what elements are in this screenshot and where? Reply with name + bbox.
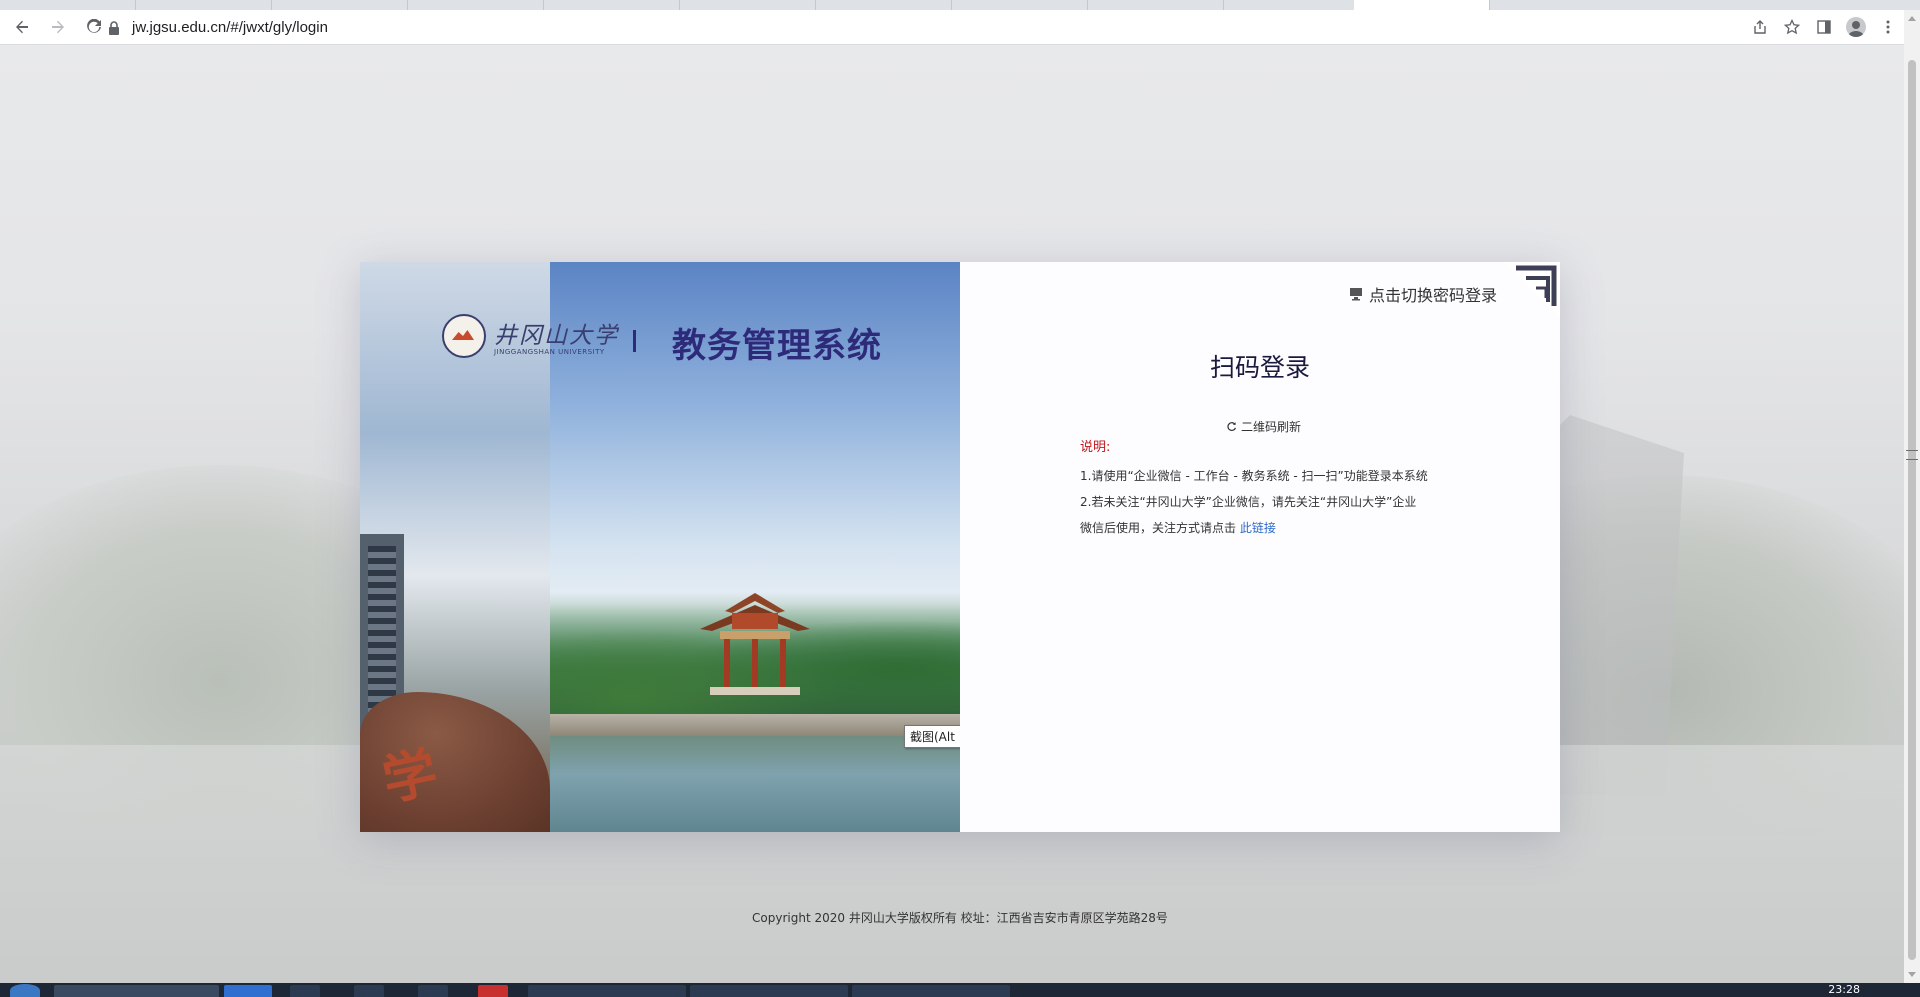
scroll-down-arrow-icon[interactable] (1908, 972, 1916, 977)
switch-login-corner-icon[interactable] (1504, 262, 1560, 318)
os-taskbar: 23:28 (0, 983, 1920, 997)
instruction-line-3-text: 微信后使用，关注方式请点击 (1080, 521, 1237, 535)
page-scrollbar[interactable] (1904, 10, 1920, 983)
browser-tab-active[interactable] (1354, 0, 1490, 10)
page-footer: Copyright 2020 井冈山大学版权所有 校址：江西省吉安市青原区学苑路… (0, 909, 1904, 926)
url-text[interactable]: jw.jgsu.edu.cn/#/jwxt/gly/login (132, 19, 328, 36)
instructions-title: 说明: (1080, 440, 1111, 455)
university-logo: 井冈山大学 JINGGANGSHAN UNIVERSITY (442, 314, 619, 358)
title-divider (633, 330, 636, 352)
taskbar-item[interactable] (478, 985, 508, 997)
bridge (550, 714, 960, 736)
taskbar-item[interactable] (690, 985, 848, 997)
system-title: 教务管理系统 (672, 326, 882, 366)
screenshot-tooltip: 截图(Alt + A) (904, 725, 960, 748)
login-title: 扫码登录 (1209, 353, 1310, 382)
page-viewport: 学 井冈山大学 JINGGANGSHAN UNIVERSITY 教务管理系统 截… (0, 45, 1904, 983)
reload-icon[interactable] (80, 13, 108, 41)
taskbar-clock[interactable]: 23:28 (1828, 983, 1860, 996)
scroll-up-arrow-icon[interactable] (1908, 16, 1916, 21)
browser-tab[interactable] (0, 0, 136, 10)
university-seal-icon (442, 314, 486, 358)
profile-icon[interactable] (1840, 13, 1872, 41)
browser-tab[interactable] (544, 0, 680, 10)
taskbar-item[interactable] (528, 985, 686, 997)
browser-toolbar: jw.jgsu.edu.cn/#/jwxt/gly/login (0, 10, 1904, 45)
scrollbar-thumb[interactable] (1908, 60, 1916, 960)
browser-tab[interactable] (1088, 0, 1224, 10)
side-panel-icon[interactable] (1808, 13, 1840, 41)
taskbar-item[interactable] (852, 985, 1010, 997)
share-icon[interactable] (1744, 13, 1776, 41)
browser-tab[interactable] (136, 0, 272, 10)
browser-tab[interactable] (408, 0, 544, 10)
forward-arrow-icon[interactable] (44, 13, 72, 41)
follow-link[interactable]: 此链接 (1240, 521, 1276, 535)
browser-tab[interactable] (952, 0, 1088, 10)
login-card: 学 井冈山大学 JINGGANGSHAN UNIVERSITY 教务管理系统 截… (360, 262, 1560, 832)
toolbar-actions (1744, 13, 1904, 41)
browser-tab[interactable] (680, 0, 816, 10)
qr-refresh-button[interactable]: 二维码刷新 (1226, 418, 1301, 435)
qr-login-panel: 点击切换密码登录 扫码登录 二维码刷新 说明: 1.请使用“企业微信 - 工作台… (960, 262, 1560, 832)
school-name-cn: 井冈山大学 (494, 323, 619, 349)
kebab-menu-icon[interactable] (1872, 13, 1904, 41)
taskbar-item[interactable] (354, 985, 384, 997)
lake-water (550, 736, 960, 832)
qr-refresh-label[interactable]: 二维码刷新 (1241, 418, 1301, 435)
pavilion-image (700, 593, 810, 695)
scrollbar-grip-icon (1906, 450, 1918, 460)
back-arrow-icon[interactable] (8, 13, 36, 41)
school-name-en: JINGGANGSHAN UNIVERSITY (494, 348, 605, 356)
monitor-icon (1349, 288, 1362, 301)
instruction-line-2: 2.若未关注“井冈山大学”企业微信，请先关注“井冈山大学”企业 (1080, 495, 1417, 509)
browser-tab[interactable] (272, 0, 408, 10)
switch-password-login-label[interactable]: 点击切换密码登录 (1369, 282, 1497, 306)
browser-tab-strip (0, 0, 1920, 10)
taskbar-item[interactable] (418, 985, 448, 997)
taskbar-item[interactable] (224, 985, 272, 997)
instruction-line-3: 微信后使用，关注方式请点击 此链接 (1080, 515, 1460, 541)
star-icon[interactable] (1776, 13, 1808, 41)
browser-tab[interactable] (816, 0, 952, 10)
switch-password-login-link[interactable]: 点击切换密码登录 (1349, 282, 1497, 306)
taskbar-item[interactable] (54, 985, 219, 997)
instruction-line-1: 1.请使用“企业微信 - 工作台 - 教务系统 - 扫一扫”功能登录本系统 (1080, 469, 1428, 483)
campus-banner: 学 井冈山大学 JINGGANGSHAN UNIVERSITY 教务管理系统 截… (360, 262, 960, 832)
refresh-icon[interactable] (1226, 421, 1237, 432)
address-bar[interactable]: jw.jgsu.edu.cn/#/jwxt/gly/login (108, 15, 1748, 39)
taskbar-item[interactable] (290, 985, 320, 997)
copyright-text: Copyright 2020 井冈山大学版权所有 校址：江西省吉安市青原区学苑路… (752, 911, 1168, 925)
start-button-icon[interactable] (10, 984, 40, 997)
login-instructions: 说明: 1.请使用“企业微信 - 工作台 - 教务系统 - 扫一扫”功能登录本系… (1080, 436, 1460, 541)
lock-icon[interactable] (108, 20, 122, 35)
